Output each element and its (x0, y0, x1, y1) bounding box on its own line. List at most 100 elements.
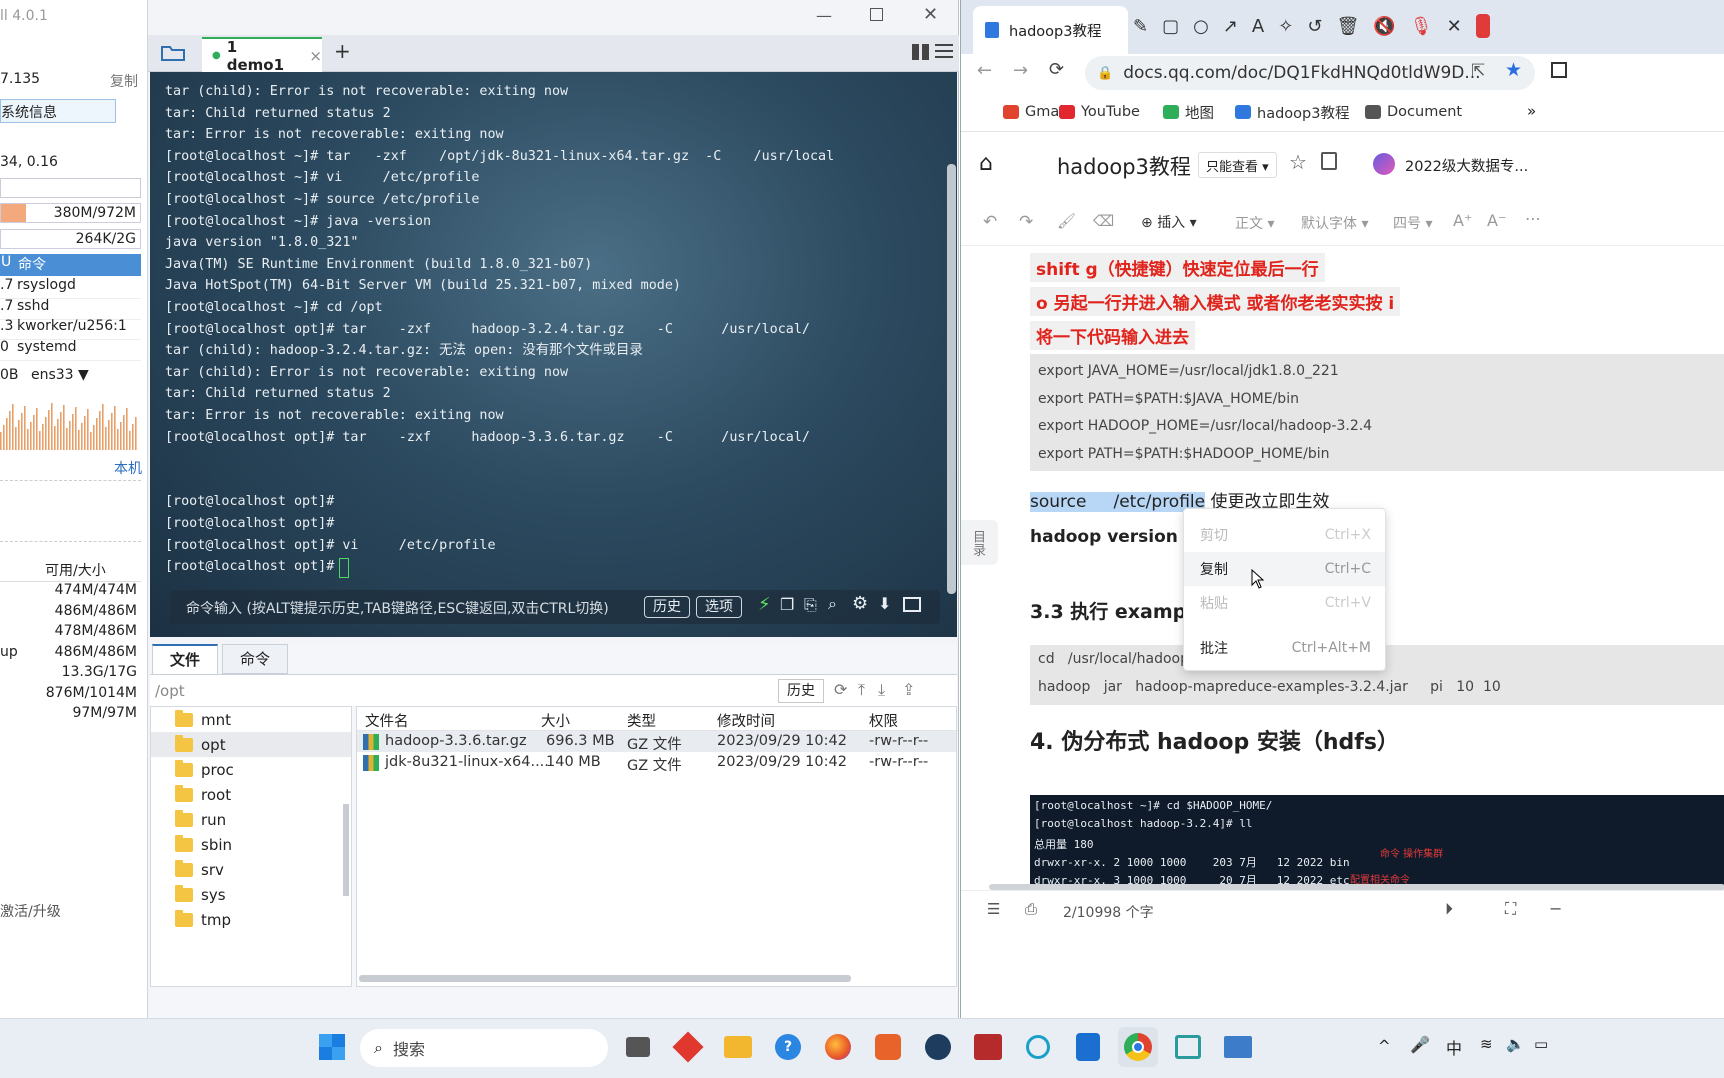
toc-tab[interactable]: 目录 (961, 520, 998, 565)
source-selection[interactable]: source /etc/profile (1030, 492, 1206, 512)
options-button[interactable]: 选项 (696, 596, 742, 618)
style-dropdown[interactable]: 正文 ▾ (1235, 213, 1274, 233)
disk-row[interactable]: 478M/486M (0, 623, 141, 645)
process-row[interactable]: .3 kworker/u256:1 (0, 318, 141, 340)
file-col-header[interactable]: 类型 (627, 710, 656, 731)
help-icon[interactable]: ? (768, 1027, 808, 1067)
file-row[interactable]: hadoop-3.3.6.tar.gz 696.3 MB GZ 文件 2023/09/… (357, 731, 956, 753)
play-icon[interactable]: ⏵ (1445, 899, 1453, 919)
fullscreen-icon[interactable]: ⛶ (1505, 899, 1516, 919)
doc-title[interactable]: hadoop3教程 (1057, 151, 1191, 181)
dir-tree[interactable]: mnt opt proc root run sbin srv sys tmp (150, 706, 352, 987)
app-red-icon[interactable] (668, 1027, 708, 1067)
close-annot-icon[interactable]: ✕ (1447, 16, 1462, 37)
start-icon[interactable] (312, 1027, 352, 1067)
word-count[interactable]: 2/10998 个字 (1063, 902, 1154, 922)
favorite-icon[interactable]: ☆ (1289, 150, 1307, 174)
refresh-icon[interactable]: ⟳ (834, 680, 847, 699)
vpn-icon[interactable] (1018, 1027, 1058, 1067)
path-input[interactable]: /opt (155, 682, 185, 700)
back-icon[interactable]: ← (977, 60, 992, 81)
arrow-icon[interactable]: ↗ (1223, 16, 1238, 37)
star-icon[interactable]: ★ (1505, 59, 1522, 81)
dir-tree-item[interactable]: sys (151, 882, 351, 907)
file-col-header[interactable]: 修改时间 (717, 710, 775, 731)
reload-icon[interactable]: ⟳ (1049, 59, 1064, 80)
dir-tree-item[interactable]: opt (151, 732, 351, 757)
tray-mic-icon[interactable]: 🎤 (1410, 1035, 1430, 1054)
share-icon[interactable]: ⇱ (1471, 61, 1485, 81)
text-icon[interactable]: A (1252, 16, 1264, 37)
more-icon[interactable]: ⋯ (1525, 209, 1541, 228)
copy-icon[interactable]: ❐ (780, 595, 794, 614)
sysinfo-button[interactable]: 系统信息 (0, 99, 116, 123)
download-icon[interactable]: ⤓ (878, 680, 885, 700)
dir-tree-item[interactable]: proc (151, 757, 351, 782)
volume-icon[interactable]: 🔈 (1506, 1035, 1525, 1053)
window-icon[interactable] (903, 597, 921, 612)
mic-off-icon[interactable]: 🎙 (1410, 16, 1433, 37)
remote-desktop-icon[interactable] (1218, 1027, 1258, 1067)
wifi-icon[interactable]: ≋ (1480, 1035, 1493, 1053)
mute-icon[interactable]: 🔇 (1373, 16, 1395, 37)
chrome-icon[interactable] (1118, 1027, 1158, 1067)
browser-tab[interactable]: hadoop3教程 (973, 6, 1128, 54)
doc-move-icon[interactable] (1321, 152, 1337, 170)
process-row[interactable]: .7 rsyslogd (0, 277, 141, 299)
eraser-icon[interactable]: ⌫ (1093, 212, 1114, 230)
task-view-icon[interactable] (618, 1027, 658, 1067)
bookmark-item[interactable]: Gmail (1003, 98, 1067, 126)
menu-icon[interactable] (935, 44, 953, 59)
context-menu-item[interactable]: 复制 Ctrl+C (1184, 552, 1385, 586)
remote-app-icon[interactable] (1168, 1027, 1208, 1067)
disk-row[interactable]: 13.3G/17G (0, 664, 141, 686)
disk-row[interactable]: 97M/97M (0, 705, 141, 727)
terminal-scrollbar[interactable] (947, 164, 956, 594)
net-selector[interactable]: 0B ens33 ▼ (0, 367, 89, 387)
dir-tree-item[interactable]: root (151, 782, 351, 807)
home-icon[interactable]: ⌂ (979, 151, 993, 176)
zoom-out-icon[interactable]: − (1549, 899, 1562, 918)
magic-icon[interactable]: ✧ (1278, 16, 1293, 37)
local-link[interactable]: 本机 (114, 458, 142, 478)
bookmark-item[interactable]: Document (1365, 98, 1462, 126)
bookmark-item[interactable]: YouTube (1059, 98, 1140, 126)
tab-close-icon[interactable]: × (309, 47, 322, 65)
circle-icon[interactable]: ○ (1193, 16, 1209, 37)
disk-row[interactable]: 486M/486M (0, 603, 141, 625)
file-hscrollbar[interactable] (359, 975, 851, 982)
record-icon[interactable] (1475, 14, 1490, 38)
paste-icon[interactable]: ⎘ (804, 595, 817, 615)
command-input-bar[interactable]: 命令输入 (按ALT键提示历史,TAB键路径,ESC键返回,双击CTRL切换) … (170, 590, 940, 624)
print-layout-icon[interactable]: ⎙ (1025, 900, 1037, 918)
game-icon[interactable] (968, 1027, 1008, 1067)
file-col-header[interactable]: 权限 (869, 710, 898, 731)
disk-row[interactable]: up 486M/486M (0, 644, 141, 666)
tray-chevron-icon[interactable]: ^ (1378, 1037, 1391, 1055)
ime-indicator[interactable]: 中 (1446, 1035, 1462, 1059)
grid-view-icon[interactable] (912, 44, 930, 60)
size-dropdown[interactable]: 四号 ▾ (1393, 213, 1432, 233)
pen-icon[interactable]: ✎ (1133, 16, 1148, 37)
copy-ip-button[interactable]: 复制 (110, 71, 138, 91)
lightning-icon[interactable]: ⚡ (758, 594, 771, 615)
redo-doc-icon[interactable]: ↷ (1019, 212, 1033, 232)
activate-link[interactable]: 激活/升级 (0, 901, 61, 921)
ubuntu-icon[interactable] (868, 1027, 908, 1067)
bookmark-item[interactable]: 地图 (1163, 98, 1214, 126)
font-dropdown[interactable]: 默认字体 ▾ (1301, 213, 1368, 233)
process-row[interactable]: .7 sshd (0, 298, 141, 320)
bookmark-item[interactable]: hadoop3教程 (1235, 98, 1349, 126)
search-icon[interactable]: ⌕ (828, 594, 837, 614)
bookmarks-more[interactable]: » (1527, 102, 1536, 120)
tree-scrollbar[interactable] (343, 804, 349, 896)
minimize-button[interactable]: — (816, 6, 832, 25)
maximize-button[interactable] (870, 8, 883, 21)
files-history-button[interactable]: 历史 (778, 679, 824, 703)
dir-tree-item[interactable]: mnt (151, 707, 351, 732)
context-menu-item[interactable]: 批注 Ctrl+Alt+M (1184, 631, 1385, 665)
up-dir-icon[interactable]: ⤒ (858, 680, 865, 700)
font-grow-icon[interactable]: A⁺ (1453, 211, 1472, 230)
tab-files[interactable]: 文件 (152, 644, 218, 674)
process-header[interactable]: U 命令 (0, 254, 141, 276)
